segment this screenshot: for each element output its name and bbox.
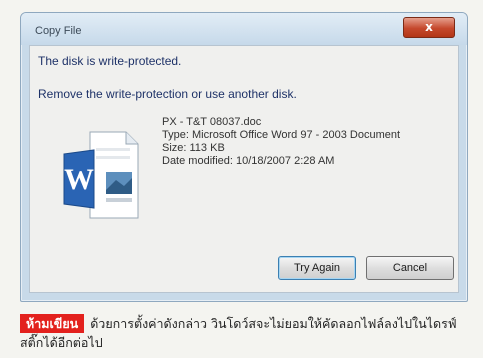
dialog-screenshot: Copy File x The disk is write-protected.… bbox=[20, 12, 468, 302]
close-icon: x bbox=[425, 20, 433, 34]
cancel-button[interactable]: Cancel bbox=[366, 256, 454, 280]
instruction-message: Remove the write-protection or use anoth… bbox=[38, 87, 297, 101]
window-title: Copy File bbox=[35, 25, 82, 37]
file-type: Type: Microsoft Office Word 97 - 2003 Do… bbox=[162, 129, 401, 141]
title-bar: Copy File x bbox=[21, 13, 467, 45]
file-name: PX - T&T 08037.doc bbox=[162, 116, 262, 128]
error-message: The disk is write-protected. bbox=[38, 54, 182, 68]
file-details: PX - T&T 08037.doc Type: Microsoft Offic… bbox=[162, 116, 400, 168]
caption: ห้ามเขียน ด้วยการตั้งค่าดังกล่าว วินโดว์ส… bbox=[20, 314, 470, 352]
try-again-button[interactable]: Try Again bbox=[278, 256, 356, 280]
caption-text: ด้วยการตั้งค่าดังกล่าว วินโดว์สจะไม่ยอมใ… bbox=[20, 316, 457, 350]
dialog-body: The disk is write-protected. Remove the … bbox=[29, 45, 459, 293]
file-date-modified: Date modified: 10/18/2007 2:28 AM bbox=[162, 155, 335, 167]
svg-text:W: W bbox=[64, 163, 94, 196]
close-button[interactable]: x bbox=[403, 17, 455, 38]
file-size: Size: 113 KB bbox=[162, 142, 225, 154]
caption-badge: ห้ามเขียน bbox=[20, 314, 85, 333]
word-document-icon: W bbox=[63, 131, 139, 219]
